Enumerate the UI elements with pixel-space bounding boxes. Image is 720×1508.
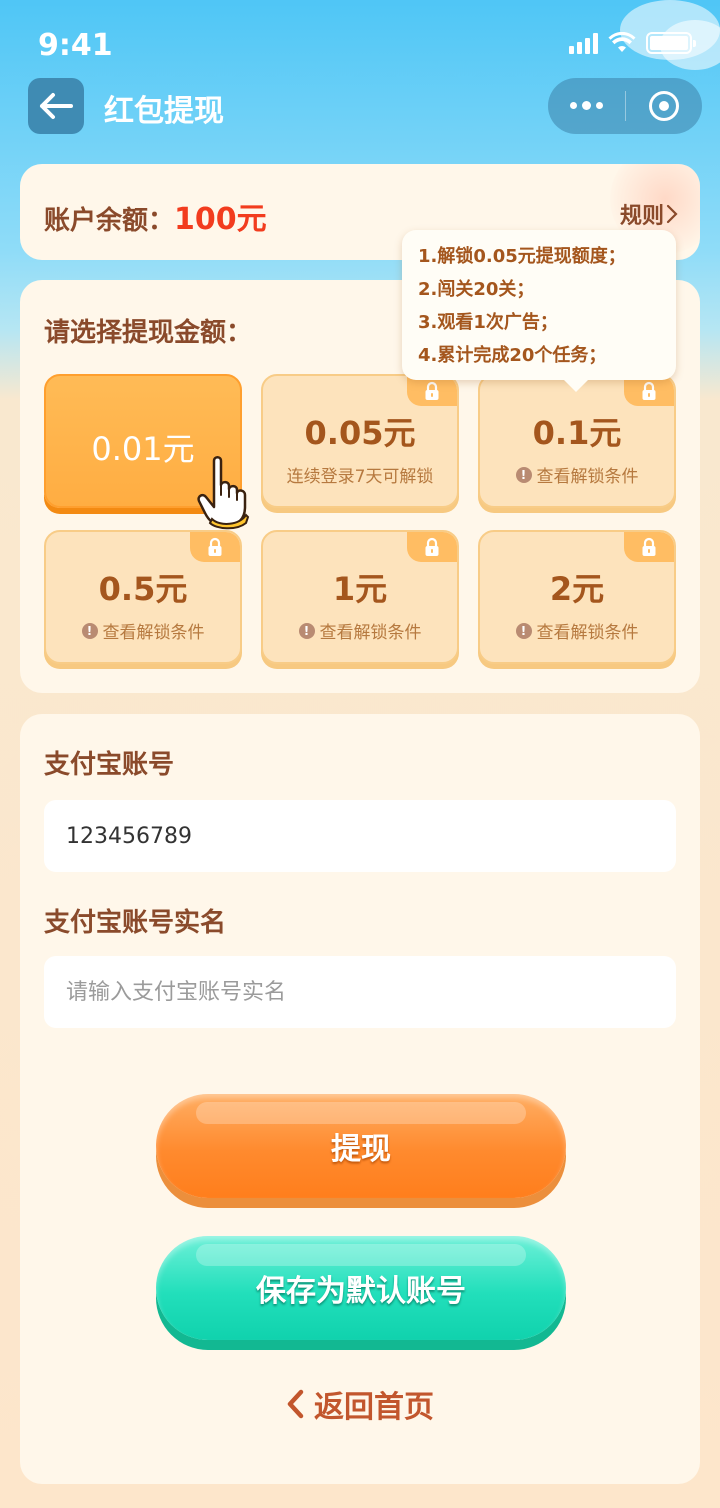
amount-section-title: 请选择提现金额：: [44, 318, 253, 348]
back-to-home-label: 返回首页: [314, 1390, 434, 1425]
tooltip-line: 4.累计完成20个任务；: [418, 345, 607, 366]
status-icons: [569, 32, 696, 54]
withdraw-button[interactable]: 提现: [156, 1094, 566, 1198]
amount-value: 0.05元: [304, 414, 416, 452]
info-icon: !: [298, 622, 315, 639]
save-button-label: 保存为默认账号: [256, 1274, 466, 1309]
lock-icon: [190, 532, 240, 562]
button-shine: [196, 1102, 526, 1124]
amount-value: 1元: [332, 570, 388, 608]
unlock-condition[interactable]: ! 查看解锁条件: [263, 618, 457, 643]
unlock-condition[interactable]: ! 查看解锁条件: [480, 618, 674, 643]
tooltip-line: 1.解锁0.05元提现额度；: [418, 246, 626, 267]
info-icon: !: [515, 466, 532, 483]
save-default-account-button[interactable]: 保存为默认账号: [156, 1236, 566, 1340]
rules-label: 规则: [619, 204, 664, 229]
wifi-icon: [608, 32, 636, 52]
status-bar: 9:41: [0, 0, 720, 90]
page-title: 红包提现: [104, 94, 224, 129]
lock-icon: [407, 376, 457, 406]
back-to-home-link[interactable]: 返回首页: [0, 1382, 720, 1426]
withdraw-button-label: 提现: [331, 1132, 391, 1167]
amount-value: 2元: [549, 570, 605, 608]
amount-value: 0.5元: [98, 570, 188, 608]
signal-icon: [569, 32, 598, 54]
nav-bar: 红包提现: [0, 78, 720, 134]
alipay-account-input[interactable]: [44, 800, 676, 872]
unlock-condition-text: 查看解锁条件: [319, 623, 422, 643]
lock-icon: [624, 532, 674, 562]
close-mini-program-button[interactable]: [626, 91, 703, 121]
chevron-left-icon: [287, 1389, 304, 1419]
amount-value: 0.1元: [532, 414, 622, 452]
alipay-account-label: 支付宝账号: [44, 750, 175, 780]
lock-icon: [407, 532, 457, 562]
button-shine: [196, 1244, 526, 1266]
alipay-name-label: 支付宝账号实名: [44, 908, 227, 938]
pointing-hand-icon: [197, 456, 250, 530]
tooltip-line: 2.闯关20关；: [418, 279, 535, 300]
lock-icon: [624, 376, 674, 406]
unlock-condition[interactable]: ! 查看解锁条件: [480, 462, 674, 487]
status-time: 9:41: [38, 28, 113, 63]
unlock-condition-text: 查看解锁条件: [536, 467, 639, 487]
unlock-condition-text: 连续登录7天可解锁: [286, 467, 434, 487]
unlock-condition-text: 查看解锁条件: [102, 623, 205, 643]
info-icon: !: [515, 622, 532, 639]
mini-program-capsule: [548, 78, 702, 134]
balance-value: 100元: [174, 202, 267, 237]
amount-option-0.05[interactable]: 0.05元 连续登录7天可解锁: [261, 374, 459, 508]
balance-label: 账户余额：: [44, 206, 175, 236]
chevron-right-icon: [666, 204, 678, 224]
back-button[interactable]: [28, 78, 84, 134]
rules-link[interactable]: 规则: [620, 198, 678, 230]
more-dots-icon[interactable]: [548, 101, 625, 110]
amount-option-2[interactable]: 2元 ! 查看解锁条件: [478, 530, 676, 664]
balance-row: 账户余额：100元: [44, 194, 267, 238]
alipay-name-input[interactable]: [44, 956, 676, 1028]
unlock-condition-text: 查看解锁条件: [536, 623, 639, 643]
arrow-left-icon: [40, 93, 73, 119]
target-icon: [648, 91, 679, 121]
unlock-condition: 连续登录7天可解锁: [263, 462, 457, 487]
amount-option-0.5[interactable]: 0.5元 ! 查看解锁条件: [44, 530, 242, 664]
amount-option-0.1[interactable]: 0.1元 ! 查看解锁条件: [478, 374, 676, 508]
tooltip-line: 3.观看1次广告；: [418, 312, 558, 333]
battery-icon: [646, 32, 696, 54]
unlock-conditions-tooltip: 1.解锁0.05元提现额度； 2.闯关20关； 3.观看1次广告； 4.累计完成…: [402, 230, 676, 392]
info-icon: !: [81, 622, 98, 639]
amount-option-1[interactable]: 1元 ! 查看解锁条件: [261, 530, 459, 664]
unlock-condition[interactable]: ! 查看解锁条件: [46, 618, 240, 643]
